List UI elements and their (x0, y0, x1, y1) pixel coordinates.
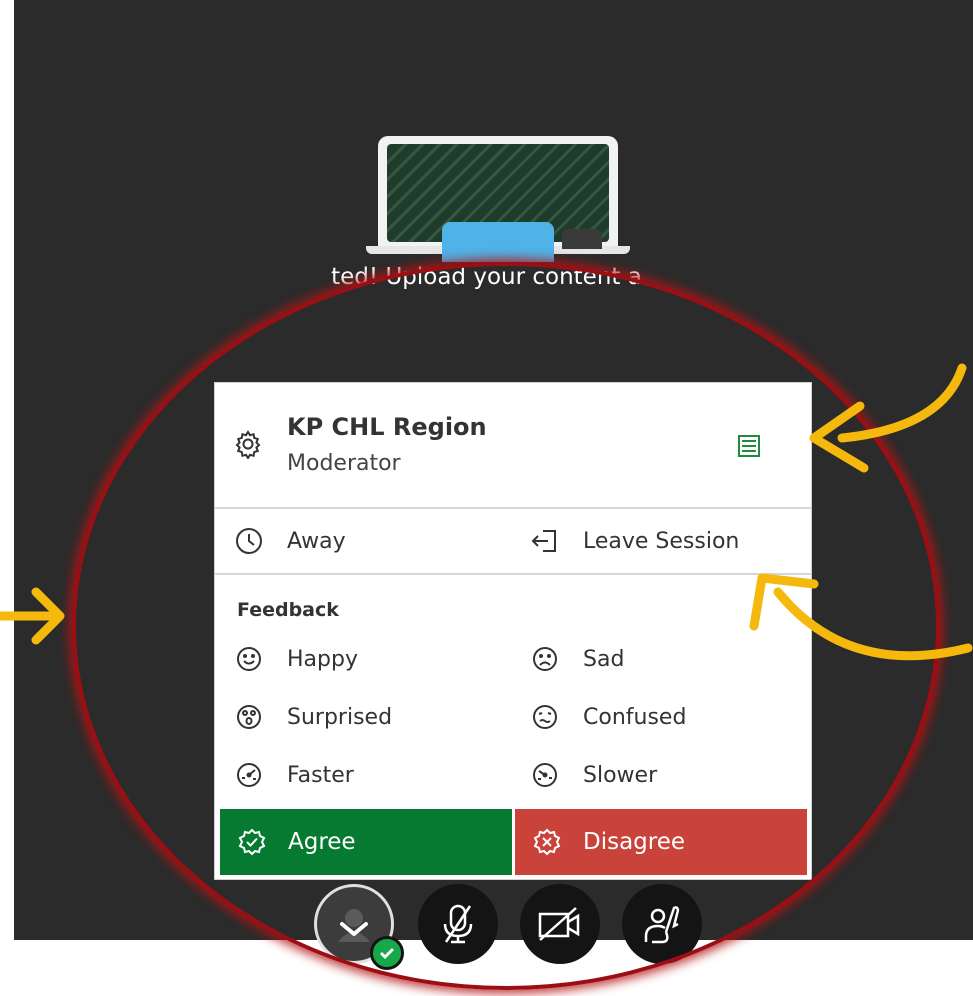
away-button[interactable]: Away (235, 527, 346, 555)
list-view-icon[interactable] (737, 434, 761, 462)
camera-off-icon (538, 907, 580, 941)
feedback-surprised-label: Surprised (287, 704, 393, 730)
feedback-confused[interactable]: Confused (531, 703, 686, 731)
annotation-arrow-list-icon (809, 363, 967, 473)
slower-gauge-icon (531, 761, 559, 789)
sad-face-icon (531, 645, 559, 673)
leave-session-button[interactable]: Leave Session (531, 527, 739, 555)
clock-icon (235, 527, 263, 555)
agree-button[interactable]: Agree (220, 809, 512, 875)
leave-session-label: Leave Session (583, 528, 740, 554)
disagree-button[interactable]: Disagree (515, 809, 807, 875)
raise-hand-icon (644, 906, 680, 944)
camera-off-button[interactable] (520, 884, 600, 964)
feedback-slower-label: Slower (583, 762, 658, 788)
raise-hand-button[interactable] (622, 884, 702, 964)
disagree-x-badge-icon (533, 828, 561, 856)
microphone-off-icon (443, 904, 473, 944)
user-avatar-icon (338, 909, 370, 942)
microphone-muted-button[interactable] (418, 884, 498, 964)
cup-illustration (562, 229, 602, 249)
welcome-message: ted! Upload your content a (331, 264, 642, 290)
happy-face-icon (235, 645, 263, 673)
feedback-sad-label: Sad (583, 646, 625, 672)
exit-icon (531, 527, 559, 555)
away-label: Away (287, 528, 346, 554)
annotation-arrow-left (0, 587, 65, 645)
feedback-happy-label: Happy (287, 646, 358, 672)
feedback-happy[interactable]: Happy (235, 645, 358, 673)
annotation-arrow-leave-session (749, 573, 973, 661)
feedback-faster[interactable]: Faster (235, 761, 354, 789)
gear-icon[interactable] (233, 429, 263, 463)
feedback-confused-label: Confused (583, 704, 687, 730)
feedback-surprised[interactable]: Surprised (235, 703, 392, 731)
agree-label: Agree (288, 829, 356, 855)
disagree-label: Disagree (583, 829, 686, 855)
feedback-sad[interactable]: Sad (531, 645, 624, 673)
status-row: Away Leave Session (215, 509, 811, 575)
feedback-faster-label: Faster (287, 762, 354, 788)
feedback-slower[interactable]: Slower (531, 761, 657, 789)
user-role: Moderator (287, 451, 401, 476)
status-check-icon (370, 936, 404, 970)
session-menu: KP CHL Region Moderator Away Leave Sessi… (214, 382, 812, 880)
surprised-face-icon (235, 703, 263, 731)
user-info-row[interactable]: KP CHL Region Moderator (215, 383, 811, 509)
tablet-illustration (442, 222, 554, 262)
confused-face-icon (531, 703, 559, 731)
feedback-heading: Feedback (237, 599, 339, 621)
faster-gauge-icon (235, 761, 263, 789)
agree-check-badge-icon (238, 828, 266, 856)
user-name: KP CHL Region (287, 413, 487, 441)
